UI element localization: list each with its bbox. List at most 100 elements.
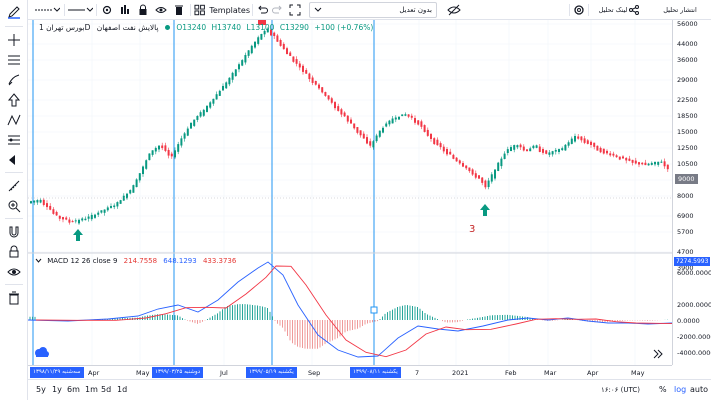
range-5d-button[interactable]: 5d bbox=[101, 385, 111, 394]
candle-body bbox=[513, 145, 516, 150]
candle-body bbox=[506, 149, 509, 154]
price-label: 18500 bbox=[677, 112, 698, 120]
status-dot bbox=[164, 25, 170, 30]
range-1d-button[interactable]: 1d bbox=[117, 385, 127, 394]
candle-body bbox=[478, 175, 480, 179]
candle-body bbox=[577, 136, 580, 139]
candle-body bbox=[196, 115, 199, 120]
candle-body bbox=[442, 146, 445, 152]
candle-body bbox=[39, 199, 42, 203]
macd-current-badge: 7274.5993 bbox=[674, 257, 711, 266]
line-style-select[interactable] bbox=[34, 2, 60, 18]
candle-body bbox=[516, 145, 519, 148]
candle-body bbox=[471, 169, 474, 175]
candle-body bbox=[545, 150, 548, 154]
candle-body bbox=[180, 138, 183, 146]
candle-body bbox=[113, 205, 116, 208]
bar-settings-icon[interactable] bbox=[117, 2, 133, 18]
time-axis[interactable]: سه‌شنبه ۱۳۹۸/۱۱/۲۹ Apr May دوشنبه ۱۳۹۹/۰… bbox=[28, 365, 672, 379]
undo-icon[interactable] bbox=[255, 2, 269, 18]
macd-collapse-icon[interactable] bbox=[35, 257, 42, 265]
brush-icon[interactable] bbox=[3, 70, 25, 90]
candle-body bbox=[404, 114, 407, 116]
range-1y-button[interactable]: 1y bbox=[52, 385, 62, 394]
lock-icon[interactable] bbox=[135, 2, 151, 18]
candle-body bbox=[311, 77, 314, 83]
candle-body bbox=[167, 149, 170, 156]
candle-body bbox=[366, 137, 368, 144]
chevron-down-icon bbox=[314, 7, 322, 12]
publish-analysis-button[interactable]: انتشار تحلیل bbox=[650, 2, 710, 18]
redo-icon[interactable] bbox=[271, 2, 285, 18]
candle-body bbox=[33, 200, 36, 203]
adjustment-select[interactable]: بدون تعدیل bbox=[309, 2, 437, 18]
fib-icon[interactable] bbox=[3, 130, 25, 150]
buy-arrow-1 bbox=[73, 229, 83, 241]
candle-body bbox=[90, 214, 93, 220]
cloud-icon[interactable] bbox=[35, 347, 49, 357]
auto-toggle[interactable]: auto bbox=[690, 385, 708, 394]
candle-body bbox=[308, 73, 311, 80]
cursor-cross-icon[interactable] bbox=[3, 30, 25, 50]
arrow-up-shape-icon[interactable] bbox=[3, 90, 25, 110]
candle-body bbox=[97, 212, 100, 215]
legend-open: O13240 bbox=[176, 23, 207, 32]
candle-body bbox=[663, 161, 666, 167]
vertical-lines bbox=[32, 20, 375, 365]
settings-gear-icon[interactable] bbox=[99, 2, 115, 18]
log-toggle[interactable]: log bbox=[674, 385, 686, 394]
magnet-icon[interactable] bbox=[3, 222, 25, 242]
candle-body bbox=[279, 40, 282, 46]
arrow-left-icon[interactable] bbox=[3, 150, 25, 170]
macd-axis-label: 2000.0000 bbox=[677, 301, 711, 309]
candle-body bbox=[599, 147, 602, 153]
trash-icon[interactable] bbox=[3, 288, 25, 308]
percent-toggle[interactable]: % bbox=[659, 385, 667, 394]
range-6m-button[interactable]: 6m bbox=[67, 385, 80, 394]
candle-body bbox=[618, 156, 621, 160]
line-width-select[interactable] bbox=[67, 2, 93, 18]
horizontal-lines-icon[interactable] bbox=[3, 50, 25, 70]
line-handle[interactable] bbox=[370, 306, 378, 314]
current-price-badge: 9000 bbox=[675, 174, 698, 184]
candle-body bbox=[410, 115, 413, 118]
macd-title[interactable]: MACD 12 26 close 9 bbox=[47, 257, 117, 265]
candle-body bbox=[570, 138, 573, 144]
eye-icon[interactable] bbox=[3, 262, 25, 282]
candle-body bbox=[186, 128, 189, 136]
delete-trash-icon[interactable] bbox=[171, 2, 187, 18]
candle-body bbox=[170, 153, 173, 157]
candle-body bbox=[337, 106, 340, 111]
collapse-pane-icon[interactable] bbox=[653, 349, 663, 359]
candle-body bbox=[462, 163, 464, 167]
link-analysis-button[interactable]: لینک تحلیل bbox=[591, 2, 647, 18]
chart-canvas[interactable]: 3 bbox=[28, 20, 672, 365]
fullscreen-icon[interactable] bbox=[288, 2, 302, 18]
candle-body bbox=[538, 146, 541, 152]
lock-drawing-icon[interactable] bbox=[3, 242, 25, 262]
price-label: 15000 bbox=[677, 128, 698, 136]
date-badge: سه‌شنبه ۱۳۹۸/۱۱/۲۹ bbox=[30, 367, 84, 378]
zoom-in-icon[interactable] bbox=[3, 196, 25, 216]
candle-body bbox=[430, 133, 432, 139]
range-1m-button[interactable]: 1m bbox=[85, 385, 98, 394]
candle-body bbox=[228, 77, 231, 85]
clock-display[interactable]: ۱۶:۰۶ (UTC) bbox=[601, 386, 640, 394]
price-axis[interactable]: 56000 44000 36000 29000 22500 18500 1500… bbox=[672, 20, 711, 365]
visibility-eye-icon[interactable] bbox=[153, 2, 169, 18]
settings-icon[interactable] bbox=[572, 2, 586, 18]
candle-body bbox=[359, 130, 362, 136]
candle-body bbox=[106, 207, 109, 211]
time-label: Apr bbox=[587, 369, 599, 377]
pattern-icon[interactable] bbox=[3, 110, 25, 130]
hide-eye-icon[interactable] bbox=[446, 2, 462, 18]
range-5y-button[interactable]: 5y bbox=[36, 385, 46, 394]
templates-button[interactable]: Templates bbox=[194, 2, 250, 18]
ruler-icon[interactable] bbox=[3, 176, 25, 196]
time-label: Feb bbox=[505, 369, 517, 377]
candle-body bbox=[305, 70, 308, 74]
candles bbox=[30, 27, 669, 225]
macd-value-1: 214.7558 bbox=[123, 257, 158, 265]
pen-icon[interactable] bbox=[3, 2, 25, 22]
candle-body bbox=[481, 177, 484, 183]
